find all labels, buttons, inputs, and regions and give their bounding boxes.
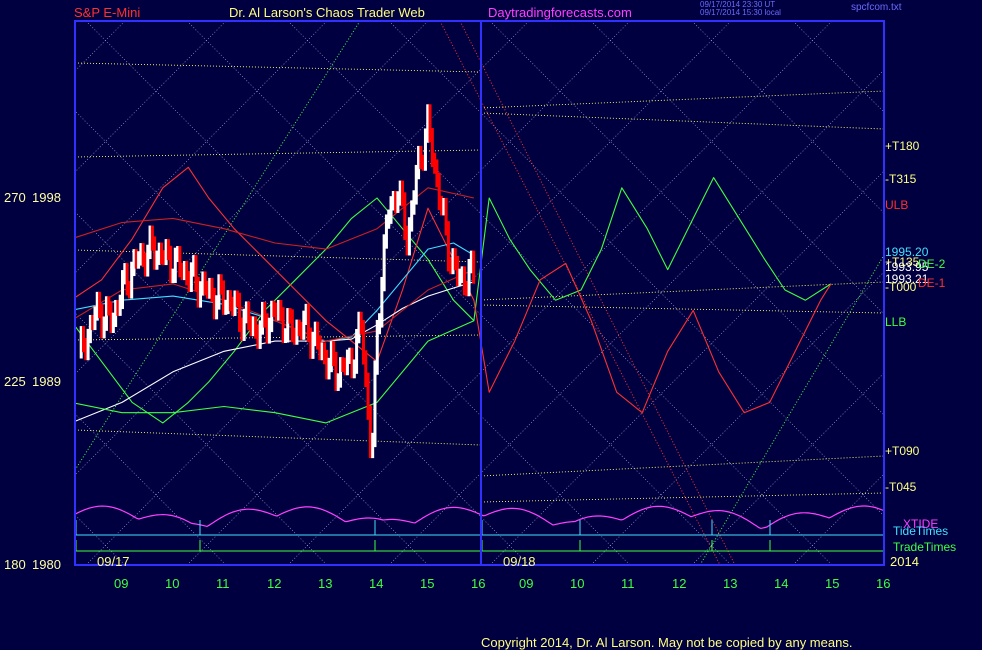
timing-level-line — [480, 455, 884, 477]
grid-diagonal-up — [691, 372, 884, 565]
x-tick-label: 11 — [216, 576, 230, 591]
grid-layer — [0, 21, 884, 565]
instrument-title: S&P E-Mini — [74, 5, 141, 20]
timestamp-local: 09/17/2014 15:30 local — [700, 8, 781, 17]
site-title: Dr. Al Larson's Chaos Trader Web — [229, 5, 425, 20]
x-tick-label: 15 — [420, 576, 435, 591]
x-tick-label: 13 — [723, 576, 738, 591]
grid-diagonal-up — [75, 21, 227, 173]
plot-frame — [74, 20, 885, 566]
level-label: ULB — [885, 198, 909, 213]
grid-diagonal-down — [75, 514, 126, 565]
date-label-year: 2014 — [890, 554, 919, 569]
x-tick-label: 14 — [774, 576, 789, 591]
level-label: -T315 — [885, 171, 917, 186]
x-tick-label: 16 — [876, 576, 891, 591]
x-tick-label: 11 — [621, 576, 635, 591]
timing-level-line — [75, 334, 482, 341]
site-link[interactable]: Daytradingforecasts.com — [488, 6, 632, 19]
series-layer — [75, 166, 832, 424]
timing-level-line — [480, 304, 884, 314]
x-tick-label: 09 — [519, 576, 534, 591]
series-de-1 — [75, 166, 832, 414]
x-tick-label: 13 — [318, 576, 333, 591]
xtide-line — [74, 505, 884, 530]
data-file-name: spcfcom.txt — [851, 2, 902, 13]
x-tick-label: 10 — [165, 576, 180, 591]
x-tick-label: 14 — [369, 576, 384, 591]
x-tick-label: 09 — [114, 576, 129, 591]
legend-tradetimes: TradeTimes — [893, 540, 957, 554]
price-vector-line — [699, 254, 884, 565]
timing-level-line — [480, 90, 884, 109]
grid-diagonal-up — [75, 21, 126, 72]
legend-tidetimes: TideTimes — [893, 524, 949, 538]
x-tick-label: 12 — [672, 576, 687, 591]
y-label-deg-180: 180 — [4, 557, 26, 572]
price-vector-line — [75, 21, 361, 471]
timing-level-line — [75, 62, 482, 73]
grid-diagonal-up — [75, 21, 328, 274]
timing-level-line — [75, 429, 482, 446]
y-label-deg-225: 225 — [4, 374, 26, 389]
price-vector-line — [459, 21, 736, 565]
tide-layer — [74, 505, 884, 552]
chart-plot — [0, 20, 885, 566]
level-label: LLB — [885, 314, 907, 329]
timing-level-line — [480, 281, 884, 301]
y-label-price-1998: 1998 — [32, 190, 61, 205]
grid-diagonal-down — [75, 413, 227, 565]
x-tick-label: 10 — [570, 576, 585, 591]
copyright-notice: Copyright 2014, Dr. Al Larson. May not b… — [481, 635, 853, 650]
level-label: +T180 — [885, 138, 920, 153]
x-tick-label: 12 — [267, 576, 282, 591]
grid-diagonal-down — [691, 21, 884, 214]
timing-level-line — [480, 112, 884, 130]
date-label-day1: 09/17 — [97, 554, 130, 569]
level-label: +T090 — [885, 443, 920, 458]
timing-level-line — [480, 492, 884, 503]
series-llb — [75, 320, 475, 424]
y-label-deg-270: 270 — [4, 190, 26, 205]
level-label: -T000 — [885, 279, 917, 294]
price-bars-layer — [79, 104, 476, 459]
grid-diagonal-down — [0, 21, 24, 565]
x-tick-label: 15 — [825, 576, 840, 591]
y-label-price-1989: 1989 — [32, 374, 61, 389]
date-label-day2: 09/18 — [503, 554, 536, 569]
grid-diagonal-up — [0, 21, 24, 565]
level-label: -T045 — [885, 480, 917, 495]
price-bar — [472, 250, 476, 284]
x-tick-label: 16 — [471, 576, 486, 591]
grid-diagonal-down — [75, 312, 328, 565]
level-label: DE-1 — [918, 275, 946, 290]
y-label-price-1980: 1980 — [32, 557, 61, 572]
level-label: DE-2 — [918, 257, 946, 272]
